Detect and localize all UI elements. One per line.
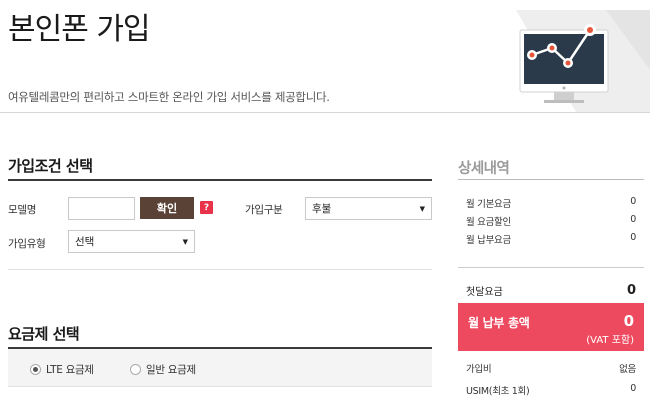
radio-lte-label: LTE 요금제 — [46, 364, 94, 376]
dropdown-arrow-icon: ▼ — [419, 204, 425, 213]
join-kind-label: 가입유형 — [8, 238, 46, 250]
join-type-select[interactable]: 후불 ▼ — [305, 197, 432, 220]
first-month-fee: 첫달요금 0 — [466, 283, 636, 298]
conditions-bottom-divider — [8, 269, 432, 270]
radio-unselected-icon — [130, 364, 141, 375]
radio-lte-plan[interactable]: LTE 요금제 — [30, 362, 94, 377]
plans-title: 요금제 선택 — [8, 325, 80, 343]
help-icon[interactable]: ? — [200, 201, 213, 214]
header-divider — [0, 112, 650, 113]
monitor-chart-illustration — [516, 10, 650, 112]
summary-row-label: USIM(최초 1회) — [466, 386, 530, 397]
summary-title: 상세내역 — [458, 161, 510, 177]
summary-row-value: 0 — [630, 383, 636, 394]
dropdown-arrow-icon: ▼ — [182, 237, 188, 246]
summary-mid-divider — [458, 267, 644, 268]
monthly-total-box: 월 납부 총액 0 (VAT 포함) — [458, 303, 644, 351]
total-value: 0 — [623, 312, 634, 330]
join-type-label: 가입구분 — [245, 204, 283, 216]
summary-extra-row: 가입비 없음 — [466, 361, 636, 375]
join-kind-value: 선택 — [75, 236, 95, 248]
summary-divider — [458, 179, 644, 180]
join-kind-select[interactable]: 선택 ▼ — [68, 230, 195, 253]
summary-row-value: 없음 — [619, 364, 636, 375]
summary-row-label: 월 납부요금 — [466, 235, 511, 246]
radio-general-label: 일반 요금제 — [146, 364, 196, 376]
radio-general-plan[interactable]: 일반 요금제 — [130, 362, 196, 377]
summary-extra-row: USIM(최초 1회) 0 — [466, 383, 636, 397]
first-fee-value: 0 — [626, 283, 636, 298]
conditions-title: 가입조건 선택 — [8, 157, 93, 175]
total-vat-note: (VAT 포함) — [586, 335, 634, 346]
summary-row-label: 월 요금할인 — [466, 217, 511, 228]
summary-row-label: 월 기본요금 — [466, 199, 511, 210]
summary-row-value: 0 — [630, 196, 636, 207]
page-title: 본인폰 가입 — [8, 12, 151, 47]
summary-row: 월 요금할인 0 — [466, 214, 636, 228]
summary-row-value: 0 — [630, 214, 636, 225]
summary-row-label: 가입비 — [466, 364, 492, 375]
model-input[interactable] — [68, 197, 135, 220]
model-label: 모델명 — [8, 204, 37, 216]
join-type-value: 후불 — [312, 203, 332, 215]
conditions-divider — [8, 179, 432, 181]
total-label: 월 납부 총액 — [468, 316, 530, 330]
confirm-button[interactable]: 확인 — [140, 197, 194, 219]
page-description: 여유텔레콤만의 편리하고 스마트한 온라인 가입 서비스를 제공합니다. — [8, 90, 330, 104]
first-fee-label: 첫달요금 — [466, 287, 503, 298]
summary-row: 월 기본요금 0 — [466, 196, 636, 210]
summary-row: 월 납부요금 0 — [466, 232, 636, 246]
plan-list-area — [8, 386, 432, 401]
radio-selected-icon — [30, 364, 41, 375]
summary-row-value: 0 — [630, 232, 636, 243]
